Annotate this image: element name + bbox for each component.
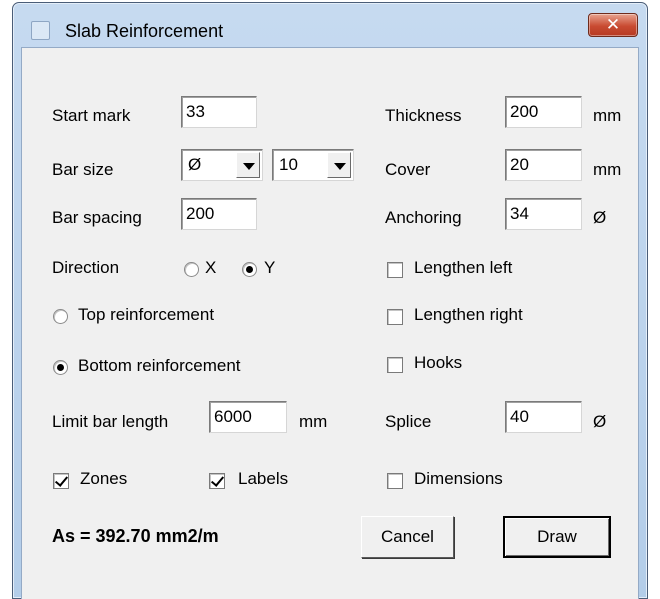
bar-symbol-value: Ø xyxy=(188,155,202,174)
start-mark-label: Start mark xyxy=(52,106,131,125)
direction-y-radio[interactable] xyxy=(242,262,257,277)
hooks-checkbox[interactable] xyxy=(387,357,403,373)
limit-bar-length-input[interactable]: 6000 xyxy=(209,401,287,433)
top-reinforcement-radio[interactable] xyxy=(53,309,68,324)
lengthen-right-label[interactable]: Lengthen right xyxy=(414,305,523,325)
hooks-label[interactable]: Hooks xyxy=(414,353,462,373)
anchoring-unit: Ø xyxy=(593,208,607,227)
lengthen-left-checkbox[interactable] xyxy=(387,262,403,278)
anchoring-label: Anchoring xyxy=(385,208,462,227)
splice-label: Splice xyxy=(385,412,432,431)
cover-input[interactable]: 20 xyxy=(505,149,582,181)
window-title: Slab Reinforcement xyxy=(65,21,224,41)
direction-y-label[interactable]: Y xyxy=(264,258,275,278)
bar-size-label: Bar size xyxy=(52,160,114,179)
thickness-unit: mm xyxy=(593,106,622,125)
direction-x-label[interactable]: X xyxy=(205,258,216,278)
bar-symbol-select[interactable]: Ø xyxy=(181,149,263,181)
app-icon xyxy=(31,21,50,40)
close-button[interactable]: ✕ xyxy=(588,13,638,37)
bar-size-value: 10 xyxy=(279,155,298,174)
anchoring-input[interactable]: 34 xyxy=(505,198,582,230)
direction-x-radio[interactable] xyxy=(184,262,199,277)
cover-unit: mm xyxy=(593,160,622,179)
bar-size-select[interactable]: 10 xyxy=(272,149,354,181)
direction-label: Direction xyxy=(52,258,120,277)
lengthen-right-checkbox[interactable] xyxy=(387,309,403,325)
draw-button[interactable]: Draw xyxy=(503,516,611,558)
labels-label[interactable]: Labels xyxy=(238,469,288,489)
top-reinforcement-label[interactable]: Top reinforcement xyxy=(78,305,214,325)
close-icon: ✕ xyxy=(605,15,621,34)
bottom-reinforcement-label[interactable]: Bottom reinforcement xyxy=(78,356,241,376)
dialog-window: Slab Reinforcement ✕ Start mark 33 Thick… xyxy=(12,2,648,599)
thickness-label: Thickness xyxy=(385,106,462,125)
splice-unit: Ø xyxy=(593,412,607,431)
bottom-reinforcement-radio[interactable] xyxy=(53,360,68,375)
dimensions-label[interactable]: Dimensions xyxy=(414,469,503,489)
chevron-down-icon[interactable] xyxy=(327,152,351,178)
zones-checkbox[interactable] xyxy=(53,473,69,489)
start-mark-input[interactable]: 33 xyxy=(181,96,257,128)
bar-spacing-input[interactable]: 200 xyxy=(181,198,257,230)
thickness-input[interactable]: 200 xyxy=(505,96,582,128)
cover-label: Cover xyxy=(385,160,431,179)
labels-checkbox[interactable] xyxy=(209,473,225,489)
limit-bar-length-label: Limit bar length xyxy=(52,412,169,431)
splice-input[interactable]: 40 xyxy=(505,401,582,433)
title-bar[interactable]: Slab Reinforcement ✕ xyxy=(13,3,647,45)
dialog-body: Start mark 33 Thickness 200 mm Bar size … xyxy=(21,47,639,599)
dimensions-checkbox[interactable] xyxy=(387,473,403,489)
area-result: As = 392.70 mm2/m xyxy=(52,526,219,546)
chevron-down-icon[interactable] xyxy=(236,152,260,178)
bar-spacing-label: Bar spacing xyxy=(52,208,142,227)
cancel-button[interactable]: Cancel xyxy=(361,516,454,558)
lengthen-left-label[interactable]: Lengthen left xyxy=(414,258,512,278)
limit-bar-length-unit: mm xyxy=(299,412,328,431)
zones-label[interactable]: Zones xyxy=(80,469,127,489)
